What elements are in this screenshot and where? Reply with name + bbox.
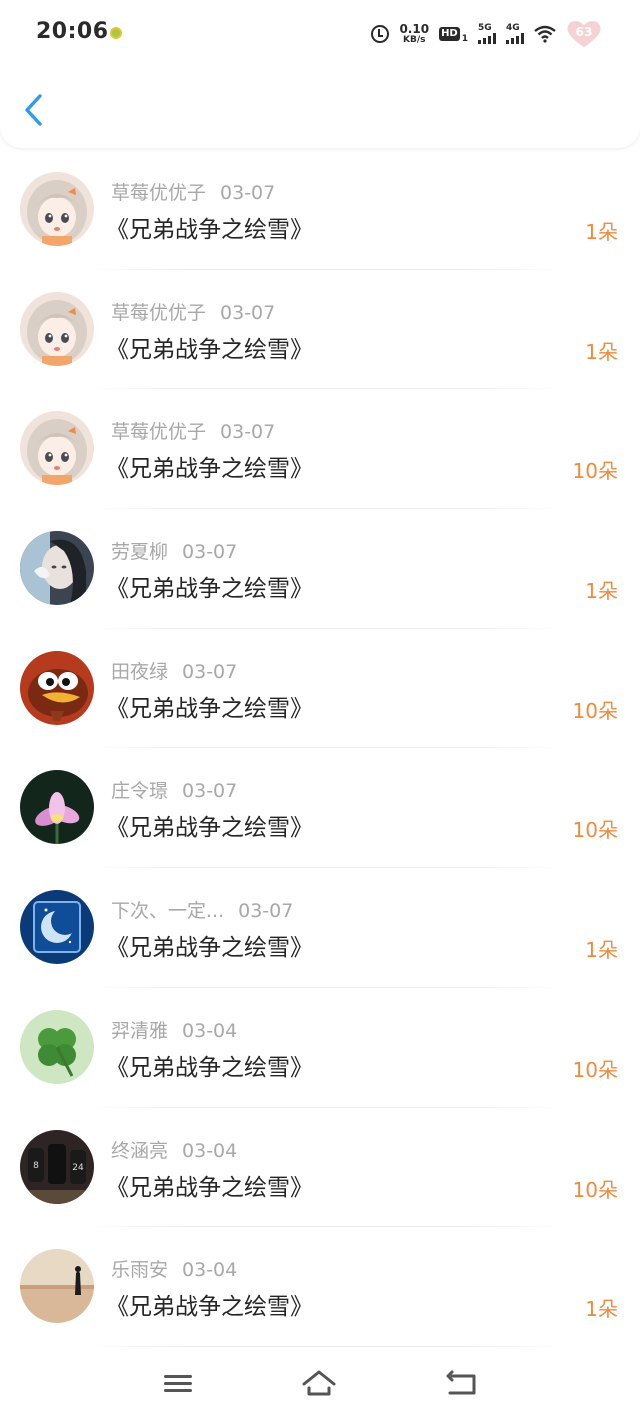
record-meta: 乐雨安 03-04 (111, 1255, 237, 1282)
user-name: 庄令璟 (111, 780, 169, 803)
sim2-label: 4G (506, 23, 520, 33)
flower-amount: 10朵 (572, 698, 618, 723)
record-date: 03-07 (182, 780, 238, 803)
battery-icon: 63 (566, 19, 602, 49)
record-date: 03-04 (182, 1019, 238, 1042)
user-name: 草莓优优子 (111, 301, 207, 324)
status-bar: 20:06 0.10 KB/s HD 1 5G 4G 63 (0, 0, 640, 66)
user-avatar[interactable] (20, 531, 94, 606)
top-card: 20:06 0.10 KB/s HD 1 5G 4G 63 (0, 0, 640, 148)
record-date: 03-07 (238, 900, 294, 923)
user-name: 乐雨安 (111, 1259, 169, 1282)
book-title: 《兄弟战争之绘雪》 (106, 1054, 313, 1081)
back-nav-icon[interactable] (444, 1369, 478, 1399)
record-date: 03-07 (220, 182, 276, 204)
list-item[interactable]: 草莓优优子 03-07 《兄弟战争之绘雪》 10朵 (0, 389, 640, 510)
book-title: 《兄弟战争之绘雪》 (106, 1294, 313, 1321)
list-item[interactable]: 乐雨安 03-04 《兄弟战争之绘雪》 1朵 (0, 1227, 640, 1347)
user-name: 终涵亮 (111, 1139, 169, 1162)
list-item[interactable]: 田夜绿 03-07 《兄弟战争之绘雪》 10朵 (0, 629, 640, 749)
flower-amount: 10朵 (572, 818, 618, 843)
screen: 20:06 0.10 KB/s HD 1 5G 4G 63 草莓优优子 03-0… (0, 0, 640, 1423)
record-date: 03-07 (220, 421, 276, 444)
flower-amount: 10朵 (572, 1177, 618, 1202)
back-button[interactable] (14, 90, 54, 130)
record-meta: 草莓优优子 03-07 (111, 298, 275, 325)
record-meta: 草莓优优子 03-07 (111, 417, 275, 444)
list-item[interactable]: 羿清雅 03-04 《兄弟战争之绘雪》 10朵 (0, 988, 640, 1108)
list-item[interactable]: 庄令璟 03-07 《兄弟战争之绘雪》 10朵 (0, 748, 640, 869)
book-title: 《兄弟战争之绘雪》 (106, 217, 313, 243)
book-title: 《兄弟战争之绘雪》 (106, 695, 313, 722)
list-item[interactable]: 草莓优优子 03-07 《兄弟战争之绘雪》 1朵 (0, 150, 640, 270)
record-meta: 羿清雅 03-04 (111, 1016, 237, 1043)
record-meta: 庄令璟 03-07 (111, 776, 237, 803)
user-avatar[interactable] (20, 770, 94, 845)
nav-bar (0, 66, 640, 148)
user-avatar[interactable] (20, 172, 94, 246)
flower-amount: 10朵 (572, 1057, 618, 1082)
record-date: 03-04 (182, 1259, 238, 1282)
status-time: 20:06 (36, 19, 109, 44)
user-name: 下次、一定... (111, 900, 225, 923)
user-avatar[interactable] (20, 291, 94, 366)
svg-text:24: 24 (72, 1163, 84, 1173)
flower-amount: 1朵 (585, 1297, 618, 1322)
record-meta: 终涵亮 03-04 (111, 1136, 237, 1163)
record-meta: 田夜绿 03-07 (111, 657, 237, 684)
home-icon[interactable] (302, 1369, 336, 1399)
book-title: 《兄弟战争之绘雪》 (106, 576, 313, 603)
book-title: 《兄弟战争之绘雪》 (106, 1174, 313, 1201)
network-speed-value: 0.10 (399, 22, 430, 36)
user-name: 草莓优优子 (111, 182, 207, 204)
book-title: 《兄弟战争之绘雪》 (106, 935, 313, 962)
sim1-label: 5G (478, 23, 492, 33)
list-item[interactable]: 下次、一定... 03-07 《兄弟战争之绘雪》 1朵 (0, 868, 640, 988)
book-title: 《兄弟战争之绘雪》 (106, 815, 313, 842)
flower-amount: 1朵 (585, 339, 618, 364)
record-meta: 下次、一定... 03-07 (111, 896, 293, 923)
gift-record-list: 草莓优优子 03-07 《兄弟战争之绘雪》 1朵 草莓优优子 03-07 《兄弟战争… (0, 150, 640, 1347)
record-meta: 草莓优优子 03-07 (111, 178, 275, 205)
book-title: 《兄弟战争之绘雪》 (106, 456, 313, 483)
menu-icon[interactable] (161, 1369, 195, 1399)
user-avatar[interactable] (20, 411, 94, 486)
system-nav-bar (0, 1347, 640, 1423)
user-name: 草莓优优子 (111, 421, 207, 444)
network-speed-unit: KB/s (403, 35, 426, 45)
signal-sim1-icon: 5G (478, 24, 496, 44)
user-avatar[interactable] (20, 650, 94, 725)
record-date: 03-07 (182, 541, 238, 564)
network-speed: 0.10 KB/s (399, 23, 429, 45)
record-date: 03-07 (182, 660, 238, 683)
user-name: 羿清雅 (111, 1019, 169, 1042)
user-avatar[interactable]: 8 24 (20, 1129, 94, 1204)
list-item[interactable]: 草莓优优子 03-07 《兄弟战争之绘雪》 1朵 (0, 270, 640, 390)
user-avatar[interactable] (20, 1009, 94, 1084)
signal-sim2-icon: 4G (506, 24, 524, 44)
hd-sub-label: 1 (461, 34, 468, 44)
hd-icon: HD (439, 27, 460, 41)
record-date: 03-07 (220, 301, 276, 324)
alarm-icon (371, 25, 390, 43)
book-title: 《兄弟战争之绘雪》 (106, 336, 313, 363)
battery-level: 63 (575, 25, 593, 39)
svg-text:8: 8 (33, 1161, 39, 1171)
record-meta: 劳夏柳 03-07 (111, 537, 237, 564)
flower-amount: 1朵 (585, 579, 618, 604)
list-item[interactable]: 8 24 终涵亮 03-04 《兄弟战争之绘雪》 10朵 (0, 1108, 640, 1228)
status-icons: 0.10 KB/s HD 1 5G 4G 63 (371, 20, 602, 48)
flower-amount: 10朵 (572, 459, 618, 484)
flower-amount: 1朵 (585, 220, 618, 244)
user-avatar[interactable] (20, 1249, 94, 1324)
user-avatar[interactable] (20, 890, 94, 965)
user-name: 田夜绿 (111, 660, 169, 683)
record-date: 03-04 (182, 1139, 238, 1162)
notification-icon (110, 27, 122, 39)
user-name: 劳夏柳 (111, 541, 169, 564)
list-item[interactable]: 劳夏柳 03-07 《兄弟战争之绘雪》 1朵 (0, 509, 640, 629)
wifi-icon (534, 25, 556, 43)
flower-amount: 1朵 (585, 938, 618, 963)
